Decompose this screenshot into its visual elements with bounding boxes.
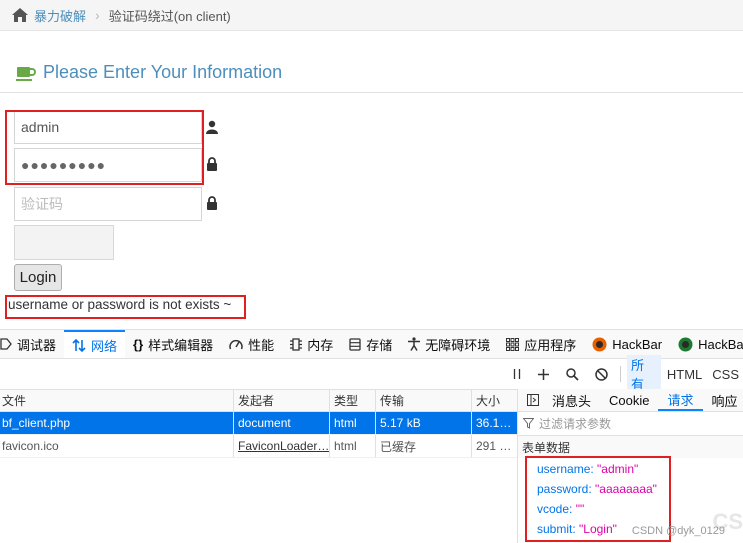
tab-response[interactable]: 响应 xyxy=(703,389,743,411)
performance-icon xyxy=(229,338,243,351)
application-icon xyxy=(506,337,520,351)
tab-network[interactable]: 网络 xyxy=(64,330,126,358)
tab-accessibility[interactable]: 无障碍环境 xyxy=(400,330,498,358)
table-row[interactable]: bf_client.php document html 5.17 kB 36.1… xyxy=(0,412,517,435)
tab-performance[interactable]: 性能 xyxy=(221,330,282,358)
tab-debugger[interactable]: 调试器 xyxy=(0,330,64,358)
toggle-panel-icon[interactable] xyxy=(518,389,543,411)
login-button[interactable]: Login xyxy=(14,264,62,291)
page-title: Please Enter Your Information xyxy=(16,62,282,83)
lock-icon xyxy=(207,196,217,210)
filter-html[interactable]: HTML xyxy=(663,367,706,382)
filter-params-input[interactable]: 过滤请求参数 xyxy=(518,412,743,436)
column-file[interactable]: 文件 xyxy=(0,390,234,411)
home-icon[interactable] xyxy=(12,8,28,22)
breadcrumb: 暴力破解 › 验证码绕过(on client) xyxy=(0,0,743,31)
filter-icon xyxy=(523,418,534,429)
table-row[interactable]: favicon.ico FaviconLoader… html 已缓存 291 … xyxy=(0,435,517,458)
details-tab-bar: 消息头 Cookie 请求 响应 xyxy=(518,389,743,412)
error-message-highlight-box xyxy=(5,295,246,319)
column-type[interactable]: 类型 xyxy=(330,390,376,411)
network-toolbar-left xyxy=(0,359,517,389)
search-icon[interactable] xyxy=(566,367,579,381)
request-table: 文件 发起者 类型 传输 大小 bf_client.php document h… xyxy=(0,389,517,458)
memory-icon xyxy=(290,337,303,351)
watermark: CSDN @dyk_0129 xyxy=(631,525,725,537)
accessibility-icon xyxy=(408,337,421,351)
hackbar-icon xyxy=(678,337,693,352)
toolbar-divider xyxy=(620,366,621,382)
coffee-cup-icon xyxy=(16,66,36,81)
column-transfer[interactable]: 传输 xyxy=(376,390,472,411)
user-icon xyxy=(206,120,218,134)
tab-cookie[interactable]: Cookie xyxy=(600,389,658,411)
filter-all[interactable]: 所有 xyxy=(627,355,661,393)
tab-application[interactable]: 应用程序 xyxy=(498,330,584,358)
hackbar-icon xyxy=(592,337,607,352)
pause-icon[interactable] xyxy=(513,368,521,380)
tab-request[interactable]: 请求 xyxy=(658,389,703,411)
lock-icon xyxy=(207,157,217,171)
vcode-input[interactable]: 验证码 xyxy=(14,187,202,221)
block-icon[interactable] xyxy=(595,367,608,381)
initiator-link[interactable]: FaviconLoader… xyxy=(234,435,330,457)
tab-style-editor[interactable]: {} 样式编辑器 xyxy=(125,330,221,358)
tab-memory[interactable]: 内存 xyxy=(282,330,341,358)
storage-icon xyxy=(349,337,361,351)
breadcrumb-home-link[interactable]: 暴力破解 xyxy=(34,6,86,25)
page-title-text: Please Enter Your Information xyxy=(43,62,283,82)
form-data-label: 表单数据 xyxy=(518,436,743,458)
style-editor-icon: {} xyxy=(133,336,144,352)
tab-hackbar[interactable]: HackBar xyxy=(584,330,670,358)
add-icon[interactable] xyxy=(537,368,550,381)
breadcrumb-current: 验证码绕过(on client) xyxy=(108,8,231,24)
table-header: 文件 发起者 类型 传输 大小 xyxy=(0,389,517,412)
filter-css[interactable]: CSS xyxy=(708,367,743,382)
network-icon xyxy=(72,338,86,352)
debugger-icon xyxy=(0,338,12,350)
credentials-highlight-box xyxy=(5,110,204,185)
tab-hackbar-2[interactable]: HackBar xyxy=(670,330,743,358)
breadcrumb-separator: › xyxy=(95,7,100,23)
captcha-image[interactable] xyxy=(14,225,114,260)
tab-headers[interactable]: 消息头 xyxy=(543,389,600,411)
tab-storage[interactable]: 存储 xyxy=(341,330,400,358)
column-size[interactable]: 大小 xyxy=(472,390,517,411)
title-divider xyxy=(0,92,743,93)
network-toolbar: 所有 HTML CSS xyxy=(505,355,743,393)
column-initiator[interactable]: 发起者 xyxy=(234,390,330,411)
